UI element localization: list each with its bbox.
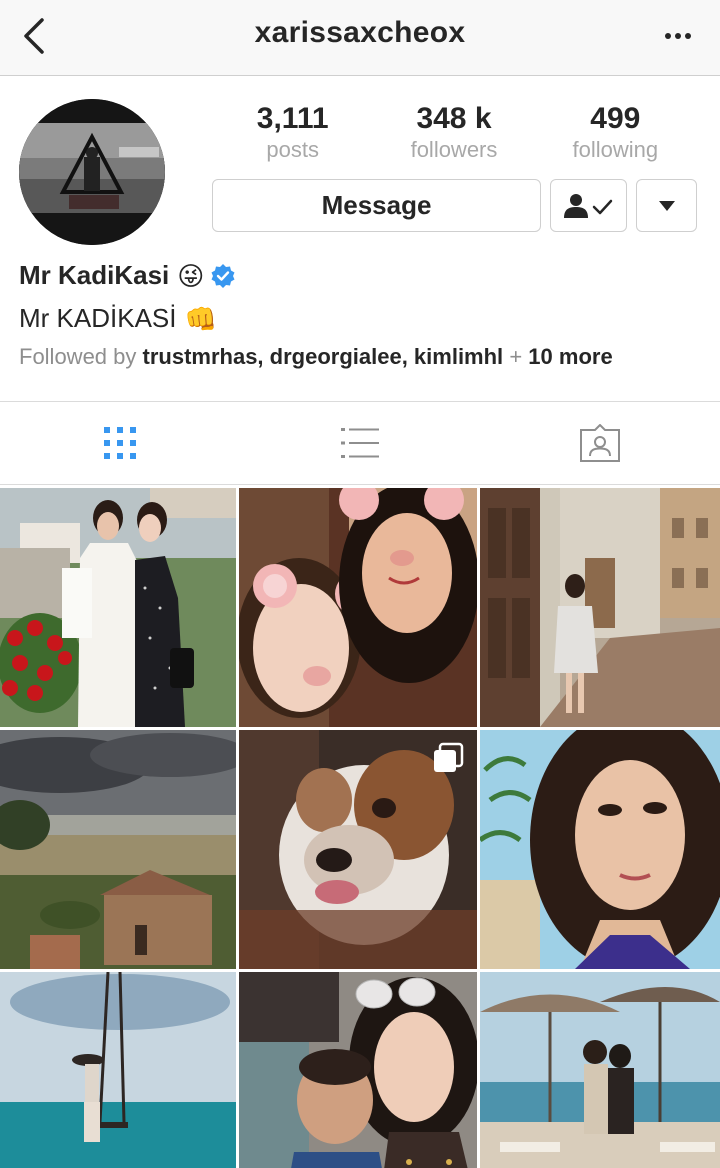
message-button[interactable]: Message [212,179,541,232]
followed-by-prefix: Followed by [19,344,137,369]
post-image-beach-selfie [480,730,720,969]
fist-emoji: 👊 [184,303,217,334]
profile-bio: Mr KADİKASİ 👊 [19,303,217,334]
followers-count-value: 348 k [416,102,492,135]
top-navigation-bar: xarissaxcheox [0,0,720,76]
post-image-beach-swing [0,972,236,1168]
followed-by-line[interactable]: Followed by trustmrhas, drgeorgialee, ki… [19,344,613,370]
page-title: xarissaxcheox [254,16,466,49]
winking-tongue-emoji: 😜 [177,260,205,291]
post-thumbnail[interactable] [480,488,720,727]
post-thumbnail[interactable] [0,972,236,1168]
profile-name: Mr KadiKasi [19,260,170,290]
tab-tagged[interactable] [480,402,720,484]
more-options-button[interactable] [658,18,698,54]
profile-name-row: Mr KadiKasi 😜 [19,260,236,291]
tab-grid[interactable] [0,402,240,484]
post-thumbnail[interactable] [0,730,236,969]
post-image-two-women [0,488,236,727]
bio-text: Mr KADİKASİ [19,303,177,333]
post-image-woman-with-baby [239,972,477,1168]
following-count[interactable]: 499 following [540,100,690,166]
post-image-bear-filter-selfie [239,488,477,727]
following-button[interactable] [550,179,627,232]
profile-stats: 3,111 posts 348 k followers 499 followin… [212,100,696,166]
post-thumbnail[interactable] [480,972,720,1168]
carousel-icon [434,742,464,772]
post-thumbnail[interactable] [0,488,236,727]
followers-count[interactable]: 348 k followers [379,100,529,166]
tagged-person-icon [580,424,620,462]
grid-icon [104,427,136,459]
post-image-old-town-square [480,488,720,727]
post-image-beach-cafe [480,972,720,1168]
profile-avatar[interactable] [19,99,165,245]
posts-count-label: posts [266,137,319,162]
person-check-icon [563,193,612,218]
tab-list[interactable] [240,402,480,484]
followed-by-more[interactable]: 10 more [528,344,612,369]
post-thumbnail[interactable] [239,488,477,727]
post-thumbnail[interactable] [239,972,477,1168]
list-icon [341,428,379,458]
post-thumbnail[interactable] [480,730,720,969]
followers-count-label: followers [410,137,498,162]
posts-count-value: 3,111 [256,102,329,135]
ellipsis-icon [665,33,671,39]
followed-by-plus: + [509,344,523,369]
following-count-label: following [572,137,659,162]
followed-by-names[interactable]: trustmrhas, drgeorgialee, kimlimhl [143,344,504,369]
suggested-accounts-dropdown[interactable] [636,179,697,232]
profile-view-tabs [0,401,720,485]
triangle-down-icon [658,200,675,211]
post-image-tuscany-landscape [0,730,236,969]
verified-badge-icon [210,263,236,289]
post-thumbnail[interactable] [239,730,477,969]
posts-count[interactable]: 3,111 posts [218,100,368,166]
avatar-image [19,99,165,245]
following-count-value: 499 [590,102,641,135]
